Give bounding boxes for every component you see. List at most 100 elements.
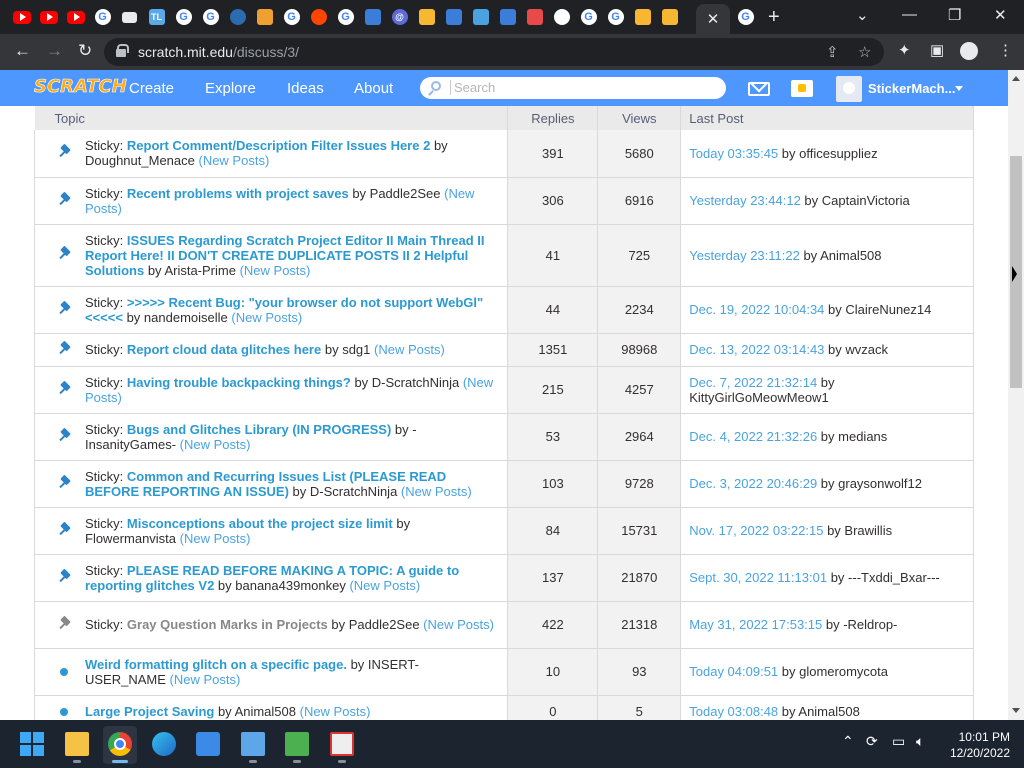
username-label[interactable]: StickerMach... xyxy=(868,81,955,96)
spreadsheet-icon[interactable] xyxy=(285,732,309,756)
last-post-link[interactable]: Today 04:09:51 xyxy=(689,664,778,679)
side-panel-icon[interactable]: ▣ xyxy=(930,41,944,59)
last-post-link[interactable]: Yesterday 23:11:22 xyxy=(689,248,800,263)
new-posts-link[interactable]: (New Posts) xyxy=(170,672,241,687)
file-explorer-icon[interactable] xyxy=(65,732,89,756)
tab-orange[interactable] xyxy=(251,7,278,27)
topic-link[interactable]: Large Project Saving xyxy=(85,704,214,719)
reload-icon[interactable]: ↻ xyxy=(78,41,92,61)
topic-link[interactable]: Bugs and Glitches Library (IN PROGRESS) xyxy=(127,422,391,437)
tab-google-8[interactable]: G xyxy=(732,7,759,27)
last-post-link[interactable]: Today 03:35:45 xyxy=(689,146,778,161)
avatar[interactable] xyxy=(836,76,862,102)
nav-about[interactable]: About xyxy=(354,80,393,97)
messages-icon[interactable] xyxy=(748,82,770,96)
tab-google-7[interactable]: G xyxy=(602,7,629,27)
new-posts-link[interactable]: (New Posts) xyxy=(401,484,472,499)
scroll-down-icon[interactable] xyxy=(1012,708,1020,713)
tab-red[interactable] xyxy=(521,7,548,27)
scratch-logo[interactable]: SCRATCH xyxy=(34,76,127,98)
close-window-button[interactable]: ✕ xyxy=(994,6,1007,24)
tab-code-2[interactable] xyxy=(440,7,467,27)
last-post-link[interactable]: Nov. 17, 2022 03:22:15 xyxy=(689,523,823,538)
last-post-link[interactable]: Dec. 3, 2022 20:46:29 xyxy=(689,476,817,491)
bookmark-star-icon[interactable]: ☆ xyxy=(858,43,871,61)
restore-button[interactable]: ❐ xyxy=(948,6,961,24)
new-posts-link[interactable]: (New Posts) xyxy=(198,153,269,168)
tab-wifi[interactable] xyxy=(224,7,251,27)
tab-monitor[interactable] xyxy=(116,7,143,27)
search-input[interactable]: Search xyxy=(420,77,726,99)
topic-link[interactable]: Report Comment/Description Filter Issues… xyxy=(127,138,430,153)
topic-link[interactable]: Misconceptions about the project size li… xyxy=(127,516,393,531)
last-post-link[interactable]: Dec. 7, 2022 21:32:14 xyxy=(689,375,817,390)
last-post-link[interactable]: Today 03:08:48 xyxy=(689,704,778,719)
tab-tl[interactable]: TL xyxy=(143,7,170,27)
new-posts-link[interactable]: (New Posts) xyxy=(423,617,494,632)
lock-icon[interactable] xyxy=(116,44,129,57)
minimize-button[interactable]: — xyxy=(902,6,917,23)
back-icon[interactable]: ← xyxy=(14,41,31,61)
nav-create[interactable]: Create xyxy=(129,80,174,97)
share-icon[interactable]: ⇪ xyxy=(826,43,839,61)
chevron-up-icon[interactable]: ⌃ xyxy=(842,733,854,750)
tab-youtube-1[interactable] xyxy=(8,7,35,27)
tab-google-6[interactable]: G xyxy=(575,7,602,27)
tab-google-5[interactable]: G xyxy=(332,7,359,27)
nav-ideas[interactable]: Ideas xyxy=(287,80,324,97)
scroll-up-icon[interactable] xyxy=(1012,76,1020,81)
forward-icon[interactable]: → xyxy=(46,41,63,61)
new-posts-link[interactable]: (New Posts) xyxy=(180,437,251,452)
topic-link[interactable]: Recent problems with project saves xyxy=(127,186,349,201)
extensions-icon[interactable]: ✦ xyxy=(898,41,911,59)
tab-google-1[interactable]: G xyxy=(89,7,116,27)
notepad-icon[interactable] xyxy=(241,732,265,756)
tab-bitcoin-1[interactable] xyxy=(413,7,440,27)
active-tab[interactable]: ✕ xyxy=(696,4,730,34)
store-icon[interactable] xyxy=(196,732,220,756)
tab-youtube-3[interactable] xyxy=(62,7,89,27)
volume-icon[interactable]: 🔈︎ xyxy=(916,733,924,750)
tab-code-3[interactable] xyxy=(494,7,521,27)
network-icon[interactable]: ▭ xyxy=(892,733,905,750)
url-text[interactable]: scratch.mit.edu/discuss/3/ xyxy=(138,44,299,60)
tab-google-4[interactable]: G xyxy=(278,7,305,27)
tab-close-icon[interactable]: ✕ xyxy=(707,10,720,28)
chrome-icon[interactable] xyxy=(108,732,132,756)
tab-chrome[interactable] xyxy=(548,7,575,27)
last-post-link[interactable]: Dec. 13, 2022 03:14:43 xyxy=(689,342,824,357)
nav-explore[interactable]: Explore xyxy=(205,80,256,97)
profile-icon[interactable] xyxy=(960,42,978,60)
tab-bitcoin-2[interactable] xyxy=(629,7,656,27)
topic-link[interactable]: Gray Question Marks in Projects xyxy=(127,617,328,632)
tab-google-3[interactable]: G xyxy=(197,7,224,27)
last-post-link[interactable]: Dec. 4, 2022 21:32:26 xyxy=(689,429,817,444)
system-clock[interactable]: 10:01 PM 12/20/2022 xyxy=(946,729,1010,761)
new-tab-button[interactable]: + xyxy=(768,6,780,29)
windows-start-icon[interactable] xyxy=(20,732,44,756)
last-post-link[interactable]: Sept. 30, 2022 11:13:01 xyxy=(689,570,827,585)
sync-icon[interactable]: ⟳ xyxy=(866,733,878,750)
tab-google-2[interactable]: G xyxy=(170,7,197,27)
new-posts-link[interactable]: (New Posts) xyxy=(349,578,420,593)
tab-search-button[interactable]: ⌄ xyxy=(856,6,869,24)
tab-reddit[interactable] xyxy=(305,7,332,27)
topic-link[interactable]: Weird formatting glitch on a specific pa… xyxy=(85,657,347,672)
last-post-link[interactable]: Yesterday 23:44:12 xyxy=(689,193,801,208)
tab-at[interactable]: @ xyxy=(386,7,413,27)
chevron-down-icon[interactable] xyxy=(955,86,963,91)
last-post-link[interactable]: Dec. 19, 2022 10:04:34 xyxy=(689,302,824,317)
new-posts-link[interactable]: (New Posts) xyxy=(231,310,302,325)
tab-chat[interactable] xyxy=(467,7,494,27)
new-posts-link[interactable]: (New Posts) xyxy=(374,342,445,357)
edge-icon[interactable] xyxy=(152,732,176,756)
last-post-link[interactable]: May 31, 2022 17:53:15 xyxy=(689,617,822,632)
my-stuff-icon[interactable] xyxy=(791,80,813,97)
tab-code-1[interactable] xyxy=(359,7,386,27)
new-posts-link[interactable]: (New Posts) xyxy=(240,263,311,278)
new-posts-link[interactable]: (New Posts) xyxy=(180,531,251,546)
menu-icon[interactable]: ⋮ xyxy=(998,41,1013,59)
tab-youtube-2[interactable] xyxy=(35,7,62,27)
address-bar[interactable]: scratch.mit.edu/discuss/3/ ⇪ ☆ xyxy=(104,38,884,66)
paint-icon[interactable] xyxy=(330,732,354,756)
